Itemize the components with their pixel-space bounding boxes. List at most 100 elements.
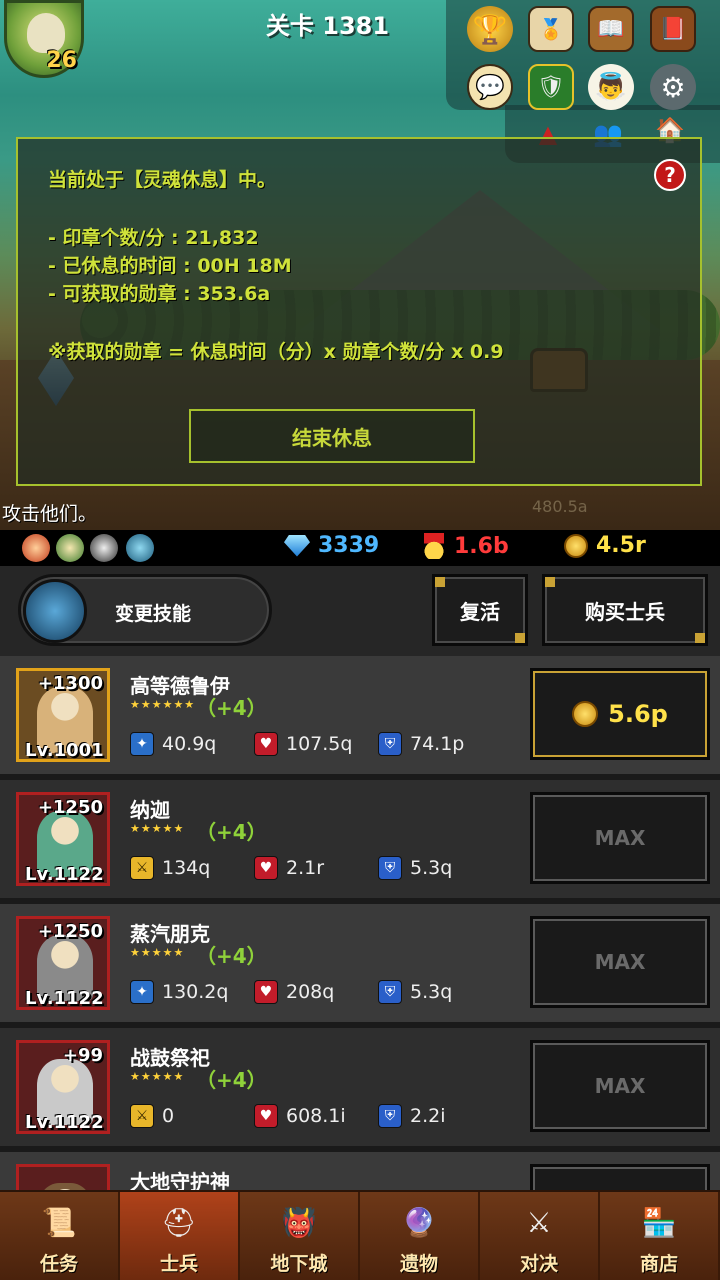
max-level-button[interactable]: MAX xyxy=(530,792,710,884)
soldier-row[interactable]: +1300 Lv.1001 高等德鲁伊 ★★★★★★ （+4） ✦ 40.9q … xyxy=(0,656,720,774)
shield-icon: ⛨ xyxy=(378,856,402,880)
chat-icon[interactable]: 💬 xyxy=(467,64,513,110)
relic-orb-icon: 🔮 xyxy=(401,1205,437,1239)
crossed-swords-icon: ⚔ xyxy=(526,1205,552,1239)
soldier-portrait[interactable]: +1300 Lv.1001 xyxy=(16,668,110,762)
soldier-star-rating: ★★★★★ xyxy=(130,946,185,959)
corner-ornament xyxy=(515,633,525,643)
defense-value: 5.3q xyxy=(410,857,453,879)
chat-message: 攻击他们。 xyxy=(2,503,98,525)
attack-value: 130.2q xyxy=(162,981,229,1003)
rest-time-text: - 已休息的时间 : 00H 18M xyxy=(48,255,292,277)
end-rest-button[interactable]: 结束休息 xyxy=(189,409,475,463)
change-skill-button[interactable]: 变更技能 xyxy=(18,574,272,646)
soldier-star-rating: ★★★★★★ xyxy=(130,698,196,711)
heart-icon: ♥ xyxy=(254,980,278,1004)
soldier-attack-stat: ⚔ 0 xyxy=(130,1104,174,1128)
soldier-star-bonus: （+4） xyxy=(196,820,267,844)
soldier-star-rating: ★★★★★ xyxy=(130,822,185,835)
bottom-nav: 📜 任务 ⛑ 士兵 👹 地下城 🔮 遗物 ⚔ 对决 🏪 商店 xyxy=(0,1190,720,1280)
soldier-defense-stat: ⛨ 2.2i xyxy=(378,1104,446,1128)
shield-icon: ⛨ xyxy=(378,1104,402,1128)
soldier-bonus: +99 xyxy=(62,1045,103,1066)
soldier-hp-stat: ♥ 208q xyxy=(254,980,334,1004)
nav-tab[interactable]: ⛑ 士兵 xyxy=(120,1192,240,1280)
soldier-portrait[interactable]: +99 Lv.1122 xyxy=(16,1040,110,1134)
gem-counter: 3339 xyxy=(284,533,379,558)
soldier-attack-stat: ✦ 130.2q xyxy=(130,980,228,1004)
max-label: MAX xyxy=(594,950,646,974)
max-level-button[interactable]: MAX xyxy=(530,1040,710,1132)
attack-sword-icon: ⚔ xyxy=(130,1104,154,1128)
soldier-portrait[interactable]: +1250 Lv.1122 xyxy=(16,792,110,886)
soldier-level: Lv.1001 xyxy=(25,740,104,761)
change-skill-label: 变更技能 xyxy=(115,603,192,625)
nav-tab-label: 任务 xyxy=(39,1253,78,1275)
soldier-helmet-icon: ⛑ xyxy=(161,1205,197,1239)
upgrade-button[interactable]: 5.6p xyxy=(530,668,710,760)
monster-icon: 👹 xyxy=(281,1205,317,1239)
nav-tab[interactable]: 🔮 遗物 xyxy=(360,1192,480,1280)
gear-icon[interactable]: ⚙ xyxy=(650,64,696,110)
soldier-portrait[interactable] xyxy=(16,1164,110,1192)
soldier-list[interactable]: +1300 Lv.1001 高等德鲁伊 ★★★★★★ （+4） ✦ 40.9q … xyxy=(0,656,720,1192)
max-label: MAX xyxy=(594,826,646,850)
soldier-defense-stat: ⛨ 74.1p xyxy=(378,732,464,756)
party-member-4-icon[interactable] xyxy=(126,534,154,562)
hp-value: 208q xyxy=(286,981,335,1003)
gold-counter: 4.5r xyxy=(564,533,646,558)
party-member-3-icon[interactable] xyxy=(90,534,118,562)
heart-icon: ♥ xyxy=(254,856,278,880)
faded-damage-number: 480.5a xyxy=(532,497,588,516)
guild-shield-icon[interactable]: 🛡 xyxy=(528,64,574,110)
trophy-icon[interactable]: 🏆 xyxy=(467,6,513,52)
attack-value: 40.9q xyxy=(162,733,217,755)
nav-tab[interactable]: 📜 任务 xyxy=(0,1192,120,1280)
nav-tab-label: 地下城 xyxy=(270,1253,328,1275)
nav-tab[interactable]: 🏪 商店 xyxy=(600,1192,720,1280)
nav-tab[interactable]: 👹 地下城 xyxy=(240,1192,360,1280)
shield-icon: ⛨ xyxy=(378,980,402,1004)
soldier-row[interactable]: +99 Lv.1122 战鼓祭祀 ★★★★★ （+4） ⚔ 0 ♥ 608.1i… xyxy=(0,1028,720,1146)
soldier-star-bonus: （+4） xyxy=(196,1068,267,1092)
rest-status-text: 当前处于【灵魂休息】中。 xyxy=(48,169,277,191)
soldier-portrait[interactable]: +1250 Lv.1122 xyxy=(16,916,110,1010)
soldier-name: 大地守护神 xyxy=(130,1170,230,1192)
soldier-name: 纳迦 xyxy=(130,798,170,822)
max-level-button[interactable]: MAX xyxy=(530,916,710,1008)
gem-count: 3339 xyxy=(318,533,380,558)
soldier-attack-stat: ⚔ 134q xyxy=(130,856,210,880)
nav-tab-label: 遗物 xyxy=(399,1253,438,1275)
soldier-row[interactable]: +1250 Lv.1122 纳迦 ★★★★★ （+4） ⚔ 134q ♥ 2.1… xyxy=(0,780,720,898)
soldier-bonus: +1300 xyxy=(37,673,103,694)
shop-icon: 🏪 xyxy=(641,1205,677,1239)
diamond-icon xyxy=(284,534,310,557)
corner-ornament xyxy=(545,577,555,587)
nav-tab[interactable]: ⚔ 对决 xyxy=(480,1192,600,1280)
soldier-row[interactable]: 大地守护神 xyxy=(0,1152,720,1192)
soldier-row[interactable]: +1250 Lv.1122 蒸汽朋克 ★★★★★ （+4） ✦ 130.2q ♥… xyxy=(0,904,720,1022)
soldier-star-rating: ★★★★★ xyxy=(130,1070,185,1083)
shield-icon: ⛨ xyxy=(378,732,402,756)
attack-value: 0 xyxy=(162,1105,175,1127)
seals-per-min-text: - 印章个数/分 : 21,832 xyxy=(48,227,259,249)
soldier-level: Lv.1122 xyxy=(25,988,104,1009)
revive-button[interactable]: 复活 xyxy=(432,574,528,646)
soldier-defense-stat: ⛨ 5.3q xyxy=(378,980,452,1004)
party-member-1-icon[interactable] xyxy=(22,534,50,562)
soldier-level: Lv.1122 xyxy=(25,1112,104,1133)
angel-icon[interactable]: 👼 xyxy=(588,64,634,110)
soldier-hp-stat: ♥ 608.1i xyxy=(254,1104,346,1128)
party-member-2-icon[interactable] xyxy=(56,534,84,562)
book-icon[interactable]: 📖 xyxy=(588,6,634,52)
defense-value: 2.2i xyxy=(410,1105,446,1127)
attack-value: 134q xyxy=(162,857,211,879)
help-button[interactable]: ? xyxy=(654,159,686,191)
max-level-button[interactable] xyxy=(530,1164,710,1192)
ranking-icon[interactable]: 🏅 xyxy=(528,6,574,52)
game-scene[interactable]: 26 关卡 1381 🏆 🏅 📖 📕 💬 🛡 👼 ⚙ ▲ 👥 🏠 当前处于【灵魂… xyxy=(0,0,720,530)
medal-icon xyxy=(424,533,444,559)
quest-book-icon[interactable]: 📕 xyxy=(650,6,696,52)
buy-soldier-button[interactable]: 购买士兵 xyxy=(542,574,708,646)
attack-sword-icon: ⚔ xyxy=(130,856,154,880)
